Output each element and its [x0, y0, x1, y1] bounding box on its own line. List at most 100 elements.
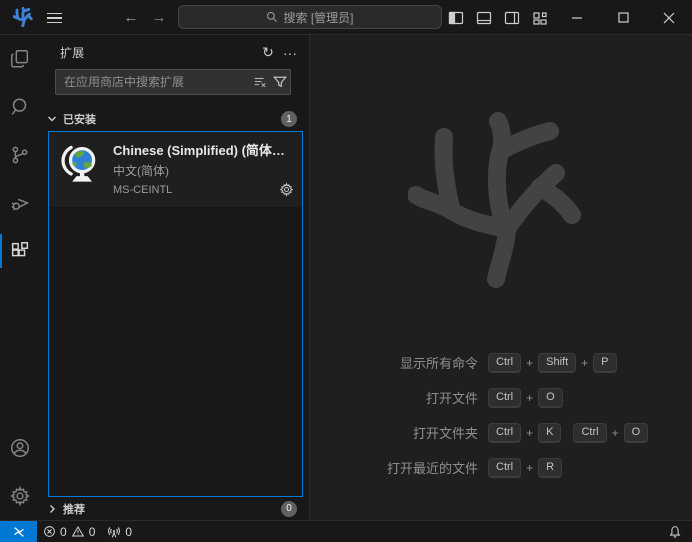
activity-bar — [0, 35, 40, 520]
plus-separator: + — [612, 426, 619, 440]
extensions-icon — [9, 240, 31, 262]
key-r: R — [538, 458, 562, 478]
radio-tower-icon — [107, 525, 121, 539]
key-ctrl: Ctrl — [488, 458, 521, 478]
forward-arrow-icon[interactable]: → — [146, 0, 172, 35]
shortcut-row: 打开文件夹 Ctrl + K Ctrl + O — [310, 421, 692, 444]
ports-count: 0 — [125, 525, 132, 539]
debug-icon — [9, 192, 31, 214]
explorer-files-icon — [9, 48, 31, 70]
extension-row-chinese-simplified[interactable]: Chinese (Simplified) (简体… 中文(简体) MS-CEIN… — [49, 132, 302, 207]
activity-explorer[interactable] — [0, 35, 40, 83]
activity-extensions[interactable] — [0, 227, 40, 275]
plus-separator: + — [581, 356, 588, 370]
activity-source-control[interactable] — [0, 131, 40, 179]
menu-hamburger-icon[interactable] — [44, 9, 72, 27]
ports-indicator[interactable]: 0 — [101, 521, 138, 542]
customize-layout-icon[interactable] — [526, 4, 554, 32]
key-ctrl: Ctrl — [488, 388, 521, 408]
back-arrow-icon[interactable]: ← — [118, 0, 144, 35]
extension-description: 中文(简体) — [113, 162, 294, 179]
app-watermark-logo — [408, 109, 588, 289]
chevron-right-icon — [44, 504, 60, 514]
extension-publisher: MS-CEINTL — [113, 184, 279, 196]
activity-accounts[interactable] — [0, 424, 40, 472]
plus-separator: + — [526, 356, 533, 370]
warning-icon — [71, 525, 85, 538]
plus-separator: + — [526, 391, 533, 405]
shortcut-row: 显示所有命令 Ctrl + Shift + P — [310, 351, 692, 374]
notifications-bell-icon[interactable] — [658, 525, 692, 539]
filter-funnel-icon[interactable] — [270, 75, 290, 89]
shortcut-label: 显示所有命令 — [310, 353, 478, 372]
shortcut-row: 打开最近的文件 Ctrl + R — [310, 456, 692, 479]
more-actions-icon[interactable]: ··· — [279, 42, 301, 64]
problems-indicator[interactable]: 0 0 — [37, 521, 101, 542]
key-k: K — [538, 423, 561, 443]
status-bar: 0 0 0 — [0, 520, 692, 542]
key-o: O — [624, 423, 649, 443]
search-magnifier-icon — [9, 96, 31, 118]
extension-details: Chinese (Simplified) (简体… 中文(简体) MS-CEIN… — [113, 140, 294, 197]
globe-extension-icon — [59, 142, 103, 186]
workbench: 扩展 ↻ ··· 已安装 1 — [0, 35, 692, 520]
key-ctrl: Ctrl — [488, 423, 521, 443]
toggle-secondary-sidebar-icon[interactable] — [498, 4, 526, 32]
titlebar-right — [442, 0, 692, 35]
warning-count: 0 — [89, 525, 96, 539]
shortcut-label: 打开最近的文件 — [310, 458, 478, 477]
error-icon — [43, 525, 56, 538]
key-ctrl: Ctrl — [488, 353, 521, 373]
plus-separator: + — [526, 461, 533, 475]
key-p: P — [593, 353, 616, 373]
shortcut-keys: Ctrl + K Ctrl + O — [488, 423, 660, 443]
activity-search[interactable] — [0, 83, 40, 131]
shortcut-label: 打开文件 — [310, 388, 478, 407]
git-branch-icon — [9, 144, 31, 166]
maximize-button[interactable] — [600, 0, 646, 35]
shortcut-keys: Ctrl + Shift + P — [488, 353, 629, 373]
toggle-primary-sidebar-icon[interactable] — [442, 4, 470, 32]
minimize-button[interactable] — [554, 0, 600, 35]
vscode-window: ← → 搜索 [管理员] — [0, 0, 692, 542]
remote-indicator-button[interactable] — [0, 521, 37, 542]
gear-icon — [9, 485, 31, 507]
refresh-icon[interactable]: ↻ — [257, 42, 279, 64]
extension-manage-gear-icon[interactable] — [279, 182, 294, 197]
extensions-search-input[interactable] — [56, 75, 250, 89]
remote-icon — [12, 525, 26, 539]
plus-separator: + — [526, 426, 533, 440]
extensions-search-box — [55, 69, 291, 95]
shortcut-label: 打开文件夹 — [310, 423, 478, 442]
command-center-search[interactable]: 搜索 [管理员] — [178, 5, 442, 29]
extensions-sidebar: 扩展 ↻ ··· 已安装 1 — [40, 35, 310, 520]
activity-run-debug[interactable] — [0, 179, 40, 227]
key-ctrl: Ctrl — [573, 423, 606, 443]
key-o: O — [538, 388, 563, 408]
section-installed[interactable]: 已安装 1 — [40, 108, 309, 130]
recommended-count-badge: 0 — [281, 501, 297, 517]
command-center-label: 搜索 [管理员] — [283, 9, 353, 26]
close-button[interactable] — [646, 0, 692, 35]
toggle-panel-icon[interactable] — [470, 4, 498, 32]
extension-name: Chinese (Simplified) (简体… — [113, 140, 294, 159]
sidebar-header: 扩展 ↻ ··· — [40, 35, 309, 70]
error-count: 0 — [60, 525, 67, 539]
activity-settings[interactable] — [0, 472, 40, 520]
shortcut-row: 打开文件 Ctrl + O — [310, 386, 692, 409]
app-logo-icon — [13, 7, 33, 27]
installed-count-badge: 1 — [281, 111, 297, 127]
installed-extensions-list: Chinese (Simplified) (简体… 中文(简体) MS-CEIN… — [48, 131, 303, 497]
welcome-shortcuts: 显示所有命令Ctrl+Shift+P打开文件Ctrl+O打开文件夹Ctrl+KC… — [310, 351, 692, 491]
activity-bar-spacer — [0, 275, 40, 424]
account-icon — [9, 437, 31, 459]
shortcut-keys: Ctrl + R — [488, 458, 574, 478]
chevron-down-icon — [44, 114, 60, 124]
key-shift: Shift — [538, 353, 576, 373]
search-icon — [266, 11, 278, 23]
sidebar-title: 扩展 — [60, 44, 257, 61]
editor-welcome-area: 显示所有命令Ctrl+Shift+P打开文件Ctrl+O打开文件夹Ctrl+KC… — [310, 35, 692, 520]
section-recommended[interactable]: 推荐 0 — [40, 497, 309, 520]
clear-search-icon[interactable] — [250, 75, 270, 89]
titlebar: ← → 搜索 [管理员] — [0, 0, 692, 35]
